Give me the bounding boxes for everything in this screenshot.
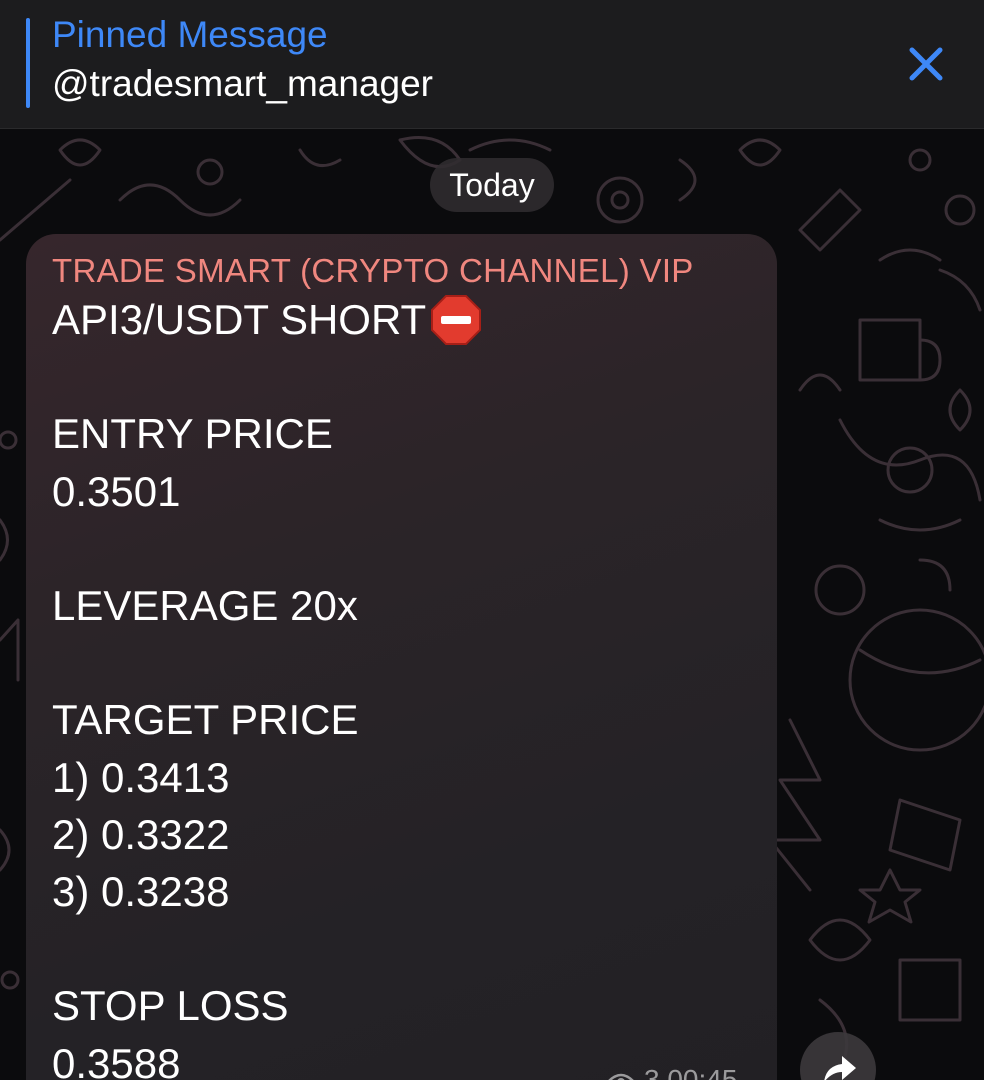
view-count-text: 3.00:45 xyxy=(644,1064,738,1080)
share-forward-icon xyxy=(824,1056,856,1080)
pinned-accent-line xyxy=(26,18,30,108)
target-label: TARGET PRICE xyxy=(52,696,359,743)
sender-name[interactable]: TRADE SMART (CRYPTO CHANNEL) VIP xyxy=(52,252,694,290)
eye-icon xyxy=(607,1073,635,1080)
stop-sign-icon xyxy=(431,295,481,345)
headline: API3/USDT SHORT xyxy=(52,296,427,343)
pinned-message-bar[interactable]: Pinned Message @tradesmart_manager xyxy=(0,0,984,129)
share-button[interactable] xyxy=(800,1032,876,1080)
pinned-title: Pinned Message xyxy=(52,14,328,55)
message-bubble[interactable]: TRADE SMART (CRYPTO CHANNEL) VIP API3/US… xyxy=(26,234,777,1080)
stop-loss-value: 0.3588 xyxy=(52,1040,181,1080)
close-pinned-button[interactable] xyxy=(902,40,950,88)
target-2: 2) 0.3322 xyxy=(52,811,230,858)
target-1: 1) 0.3413 xyxy=(52,754,230,801)
view-count: 3.00:45 xyxy=(606,1064,737,1080)
chat-screen: Pinned Message @tradesmart_manager Today… xyxy=(0,0,984,1080)
pinned-text: @tradesmart_manager xyxy=(52,63,434,104)
date-separator: Today xyxy=(430,158,554,212)
close-icon xyxy=(909,47,943,81)
entry-value: 0.3501 xyxy=(52,468,181,515)
entry-label: ENTRY PRICE xyxy=(52,410,333,457)
leverage: LEVERAGE 20x xyxy=(52,582,358,629)
target-3: 3) 0.3238 xyxy=(52,868,230,915)
stop-loss-label: STOP LOSS xyxy=(52,982,289,1029)
